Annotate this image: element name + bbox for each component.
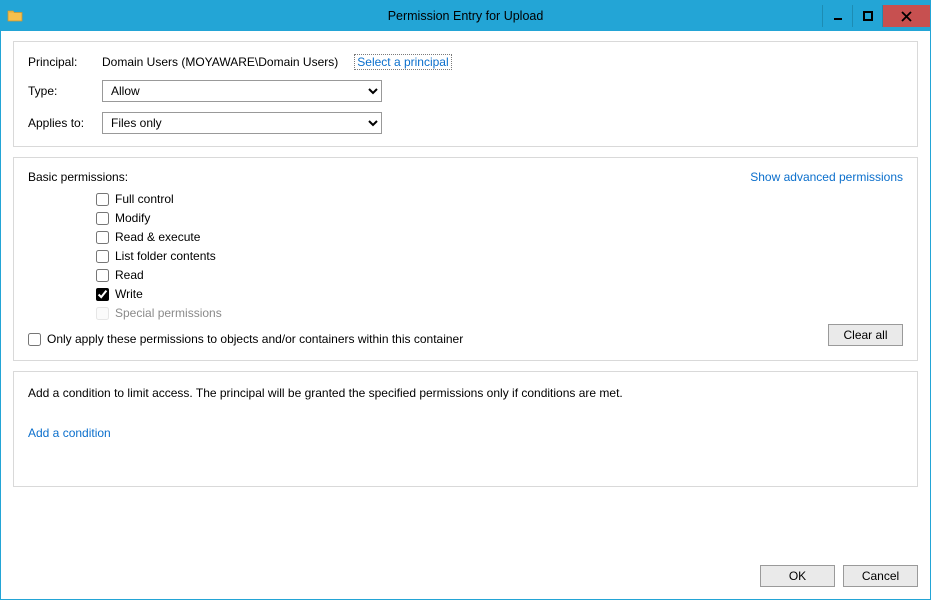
type-row: Type: AllowDeny xyxy=(28,80,903,102)
titlebar: Permission Entry for Upload xyxy=(1,1,930,31)
cancel-button[interactable]: Cancel xyxy=(843,565,918,587)
window-controls xyxy=(822,5,930,27)
permission-item[interactable]: Read xyxy=(96,268,903,282)
permission-checkbox[interactable] xyxy=(96,269,109,282)
applies-row: Applies to: Files only xyxy=(28,112,903,134)
type-select[interactable]: AllowDeny xyxy=(102,80,382,102)
permission-label: Read & execute xyxy=(115,230,200,244)
permission-label: Modify xyxy=(115,211,150,225)
dialog-footer: OK Cancel xyxy=(13,559,918,587)
condition-description: Add a condition to limit access. The pri… xyxy=(28,386,903,400)
permission-item[interactable]: Read & execute xyxy=(96,230,903,244)
applies-select[interactable]: Files only xyxy=(102,112,382,134)
permission-item: Special permissions xyxy=(96,306,903,320)
permission-item[interactable]: List folder contents xyxy=(96,249,903,263)
permission-item[interactable]: Write xyxy=(96,287,903,301)
principal-value: Domain Users (MOYAWARE\Domain Users) xyxy=(102,55,338,69)
show-advanced-link[interactable]: Show advanced permissions xyxy=(750,170,903,184)
permission-checkbox[interactable] xyxy=(96,288,109,301)
permission-checkbox[interactable] xyxy=(96,231,109,244)
permission-label: Full control xyxy=(115,192,174,206)
permissions-list: Full control Modify Read & execute List fol… xyxy=(96,192,903,320)
only-apply-checkbox[interactable] xyxy=(28,333,41,346)
principal-row: Principal: Domain Users (MOYAWARE\Domain… xyxy=(28,54,903,70)
minimize-button[interactable] xyxy=(822,5,852,27)
permission-checkbox[interactable] xyxy=(96,193,109,206)
applies-label: Applies to: xyxy=(28,116,92,130)
permission-label: Read xyxy=(115,268,144,282)
clear-all-button[interactable]: Clear all xyxy=(828,324,903,346)
permissions-header: Basic permissions: Show advanced permiss… xyxy=(28,170,903,184)
maximize-button[interactable] xyxy=(852,5,882,27)
condition-panel: Add a condition to limit access. The pri… xyxy=(13,371,918,487)
permission-item[interactable]: Modify xyxy=(96,211,903,225)
basic-permissions-label: Basic permissions: xyxy=(28,170,128,184)
type-label: Type: xyxy=(28,84,92,98)
ok-button[interactable]: OK xyxy=(760,565,835,587)
add-condition-link[interactable]: Add a condition xyxy=(28,426,111,440)
permissions-panel: Basic permissions: Show advanced permiss… xyxy=(13,157,918,361)
only-apply-label: Only apply these permissions to objects … xyxy=(47,332,463,346)
permission-label: List folder contents xyxy=(115,249,216,263)
permission-item[interactable]: Full control xyxy=(96,192,903,206)
permission-checkbox[interactable] xyxy=(96,250,109,263)
permission-label: Special permissions xyxy=(115,306,222,320)
window-title: Permission Entry for Upload xyxy=(1,9,930,23)
select-principal-link[interactable]: Select a principal xyxy=(354,54,451,70)
permission-checkbox xyxy=(96,307,109,320)
only-apply-row[interactable]: Only apply these permissions to objects … xyxy=(28,332,903,346)
close-button[interactable] xyxy=(882,5,930,27)
folder-icon xyxy=(7,8,23,24)
header-panel: Principal: Domain Users (MOYAWARE\Domain… xyxy=(13,41,918,147)
client-area: Principal: Domain Users (MOYAWARE\Domain… xyxy=(1,31,930,599)
permission-entry-window: Permission Entry for Upload Principal: D… xyxy=(0,0,931,600)
permission-label: Write xyxy=(115,287,143,301)
permission-checkbox[interactable] xyxy=(96,212,109,225)
principal-label: Principal: xyxy=(28,55,92,69)
